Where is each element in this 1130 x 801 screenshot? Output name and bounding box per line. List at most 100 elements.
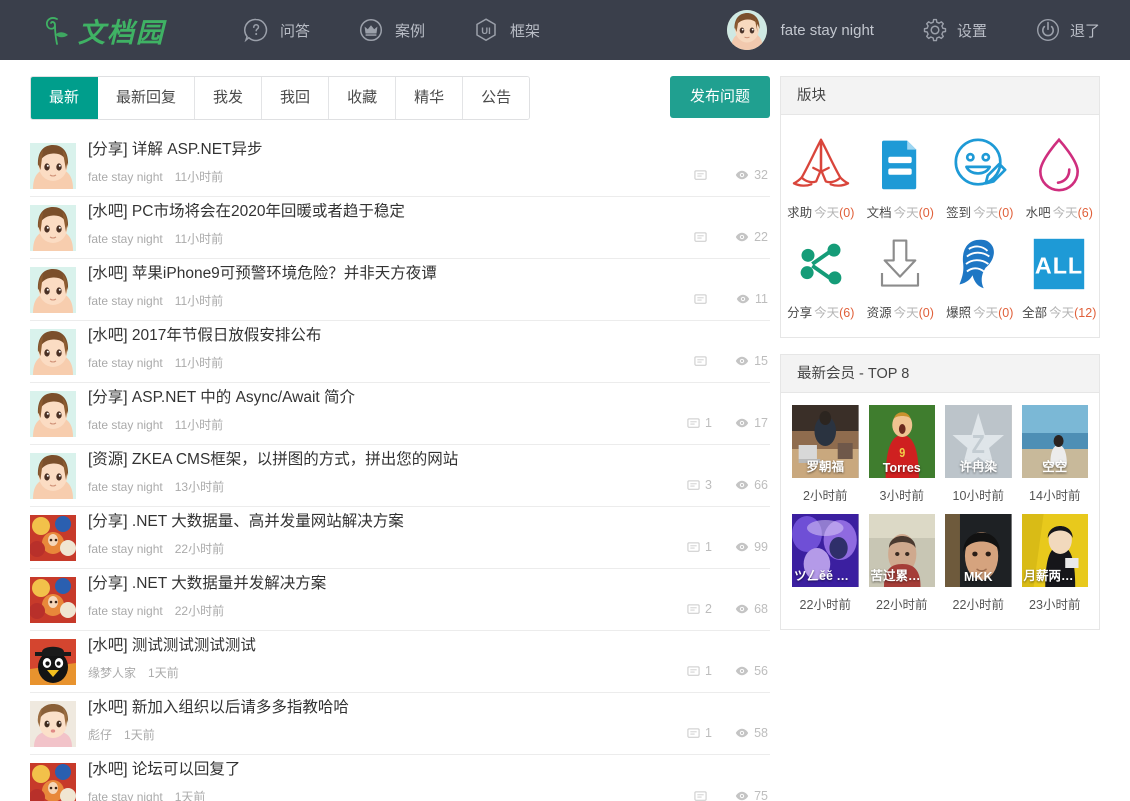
post-author[interactable]: fate stay night bbox=[88, 604, 163, 618]
tab-3[interactable]: 我回 bbox=[262, 77, 330, 119]
post-author-avatar[interactable] bbox=[30, 577, 76, 623]
section-today: 今天 bbox=[814, 206, 840, 220]
post-author[interactable]: fate stay night bbox=[88, 418, 163, 432]
member-avatar[interactable]: 月薪两千谁... bbox=[1021, 514, 1088, 587]
tab-4[interactable]: 收藏 bbox=[329, 77, 397, 119]
section-item-全部[interactable]: ALL 全部 今天(12) bbox=[1020, 225, 1100, 325]
member-item[interactable]: 月薪两千谁... 23小时前 bbox=[1017, 510, 1094, 619]
member-avatar[interactable]: MKK bbox=[945, 514, 1012, 587]
section-item-签到[interactable]: 签到 今天(0) bbox=[940, 125, 1020, 225]
post-row[interactable]: [水吧] 论坛可以回复了 fate stay night 1天前 75 bbox=[30, 755, 770, 801]
nav-item-framework[interactable]: UI 框架 bbox=[473, 17, 540, 43]
post-title[interactable]: [分享] ASP.NET 中的 Async/Await 简介 bbox=[88, 388, 770, 408]
post-author-avatar[interactable] bbox=[30, 267, 76, 313]
post-author-avatar[interactable] bbox=[30, 515, 76, 561]
section-item-水吧[interactable]: 水吧 今天(6) bbox=[1020, 125, 1100, 225]
comment-icon bbox=[687, 417, 700, 428]
post-row[interactable]: [资源] ZKEA CMS框架，以拼图的方式，拼出您的网站 fate stay n… bbox=[30, 445, 770, 507]
post-title[interactable]: [水吧] 论坛可以回复了 bbox=[88, 760, 770, 780]
post-author-avatar[interactable] bbox=[30, 453, 76, 499]
post-title[interactable]: [分享] .NET 大数据量并发解决方案 bbox=[88, 574, 770, 594]
post-row[interactable]: [水吧] 苹果iPhone9可预警环境危险？并非天方夜谭 fate stay ni… bbox=[30, 259, 770, 321]
tab-0[interactable]: 最新 bbox=[31, 77, 99, 119]
post-row[interactable]: [水吧] 2017年节假日放假安排公布 fate stay night 11小时前 … bbox=[30, 321, 770, 383]
gear-icon bbox=[923, 18, 947, 42]
section-item-资源[interactable]: 资源 今天(0) bbox=[861, 225, 941, 325]
logout-button[interactable]: 退了 bbox=[1035, 17, 1100, 43]
post-time: 1天前 bbox=[148, 666, 179, 680]
post-title[interactable]: [水吧] 2017年节假日放假安排公布 bbox=[88, 326, 770, 346]
member-avatar[interactable]: 9 Torres bbox=[868, 405, 935, 478]
post-author[interactable]: 缘梦人家 bbox=[88, 666, 136, 680]
post-author-avatar[interactable] bbox=[30, 143, 76, 189]
water-drop-icon bbox=[1020, 133, 1100, 195]
section-name: 文档 bbox=[866, 206, 892, 220]
tab-6[interactable]: 公告 bbox=[463, 77, 530, 119]
member-avatar[interactable]: Z 许冉染 bbox=[945, 405, 1012, 478]
post-time: 1天前 bbox=[124, 728, 155, 742]
post-author[interactable]: fate stay night bbox=[88, 542, 163, 556]
post-title[interactable]: [水吧] 新加入组织以后请多多指教哈哈 bbox=[88, 698, 770, 718]
post-title[interactable]: [水吧] PC市场将会在2020年回暖或者趋于稳定 bbox=[88, 202, 770, 222]
post-row[interactable]: [分享] ASP.NET 中的 Async/Await 简介 fate stay … bbox=[30, 383, 770, 445]
tab-1[interactable]: 最新回复 bbox=[98, 77, 196, 119]
post-author-avatar[interactable] bbox=[30, 763, 76, 801]
post-title[interactable]: [资源] ZKEA CMS框架，以拼图的方式，拼出您的网站 bbox=[88, 450, 770, 470]
post-author-avatar[interactable] bbox=[30, 205, 76, 251]
member-avatar[interactable]: 苦过累过、... bbox=[868, 514, 936, 587]
tab-5[interactable]: 精华 bbox=[396, 77, 464, 119]
nav-item-cases[interactable]: 案例 bbox=[358, 17, 425, 43]
post-comment-stat bbox=[678, 790, 712, 801]
post-author[interactable]: fate stay night bbox=[88, 232, 163, 246]
post-title[interactable]: [水吧] 苹果iPhone9可预警环境危险？并非天方夜谭 bbox=[88, 264, 770, 284]
svg-text:ALL: ALL bbox=[1035, 252, 1083, 278]
avatar[interactable] bbox=[726, 10, 767, 50]
post-author[interactable]: fate stay night bbox=[88, 480, 163, 494]
member-item[interactable]: Z 许冉染 10小时前 bbox=[940, 401, 1017, 510]
section-name: 全部 bbox=[1022, 306, 1048, 320]
member-item[interactable]: MKK 22小时前 bbox=[940, 510, 1017, 619]
post-author[interactable]: fate stay night bbox=[88, 294, 163, 308]
member-item[interactable]: 空空 14小时前 bbox=[1017, 401, 1094, 510]
member-name: 罗朝福 bbox=[806, 460, 844, 474]
post-question-button[interactable]: 发布问题 bbox=[669, 76, 770, 118]
post-author-avatar[interactable] bbox=[30, 701, 76, 747]
post-row[interactable]: [分享] 详解 ASP.NET异步 fate stay night 11小时前 32 bbox=[30, 135, 770, 197]
member-avatar[interactable]: 空空 bbox=[1021, 405, 1088, 478]
settings-button[interactable]: 设置 bbox=[922, 17, 987, 43]
post-author-avatar[interactable] bbox=[30, 639, 76, 685]
post-author[interactable]: 彪仔 bbox=[88, 728, 112, 742]
post-author[interactable]: fate stay night bbox=[88, 170, 163, 184]
member-item[interactable]: 罗朝福 2小时前 bbox=[787, 401, 864, 510]
section-item-分享[interactable]: 分享 今天(6) bbox=[781, 225, 861, 325]
member-name: 苦过累过、... bbox=[870, 569, 936, 583]
post-author-avatar[interactable] bbox=[30, 329, 76, 375]
site-logo[interactable]: 文档园 bbox=[44, 11, 165, 50]
post-view-stat: 22 bbox=[734, 230, 768, 244]
post-author[interactable]: fate stay night bbox=[88, 790, 163, 801]
post-author[interactable]: fate stay night bbox=[88, 356, 163, 370]
post-row[interactable]: [分享] .NET 大数据量、高并发量网站解决方案 fate stay night… bbox=[30, 507, 770, 569]
section-item-爆照[interactable]: 爆照 今天(0) bbox=[940, 225, 1020, 325]
member-avatar[interactable]: 罗朝福 bbox=[792, 405, 859, 478]
post-title[interactable]: [分享] 详解 ASP.NET异步 bbox=[88, 140, 770, 160]
post-row[interactable]: [水吧] 测试测试测试测试 缘梦人家 1天前 1 56 bbox=[30, 631, 770, 693]
post-title[interactable]: [分享] .NET 大数据量、高并发量网站解决方案 bbox=[88, 512, 770, 532]
tab-bar: 最新 最新回复 我发 我回 收藏 精华 公告 bbox=[30, 76, 531, 120]
member-item[interactable]: 苦过累过、... 22小时前 bbox=[864, 510, 941, 619]
post-row[interactable]: [分享] .NET 大数据量并发解决方案 fate stay night 22小时前… bbox=[30, 569, 770, 631]
section-item-文档[interactable]: 文档 今天(0) bbox=[861, 125, 941, 225]
tab-2[interactable]: 我发 bbox=[195, 77, 263, 119]
member-item[interactable]: 9 Torres 3小时前 bbox=[864, 401, 941, 510]
member-avatar[interactable]: ツㄥěě мíи☠ bbox=[792, 514, 859, 587]
avatar-image-anime-colorful bbox=[30, 577, 76, 623]
post-row[interactable]: [水吧] 新加入组织以后请多多指教哈哈 彪仔 1天前 1 58 bbox=[30, 693, 770, 755]
section-item-求助[interactable]: 求助 今天(0) bbox=[781, 125, 861, 225]
post-author-avatar[interactable] bbox=[30, 391, 76, 437]
nav-item-qa[interactable]: 问答 bbox=[243, 17, 310, 43]
post-title[interactable]: [水吧] 测试测试测试测试 bbox=[88, 636, 770, 656]
post-row[interactable]: [水吧] PC市场将会在2020年回暖或者趋于稳定 fate stay night… bbox=[30, 197, 770, 259]
post-time: 11小时前 bbox=[174, 418, 224, 432]
member-item[interactable]: ツㄥěě мíи☠ 22小时前 bbox=[787, 510, 864, 619]
section-count: (6) bbox=[839, 306, 855, 320]
